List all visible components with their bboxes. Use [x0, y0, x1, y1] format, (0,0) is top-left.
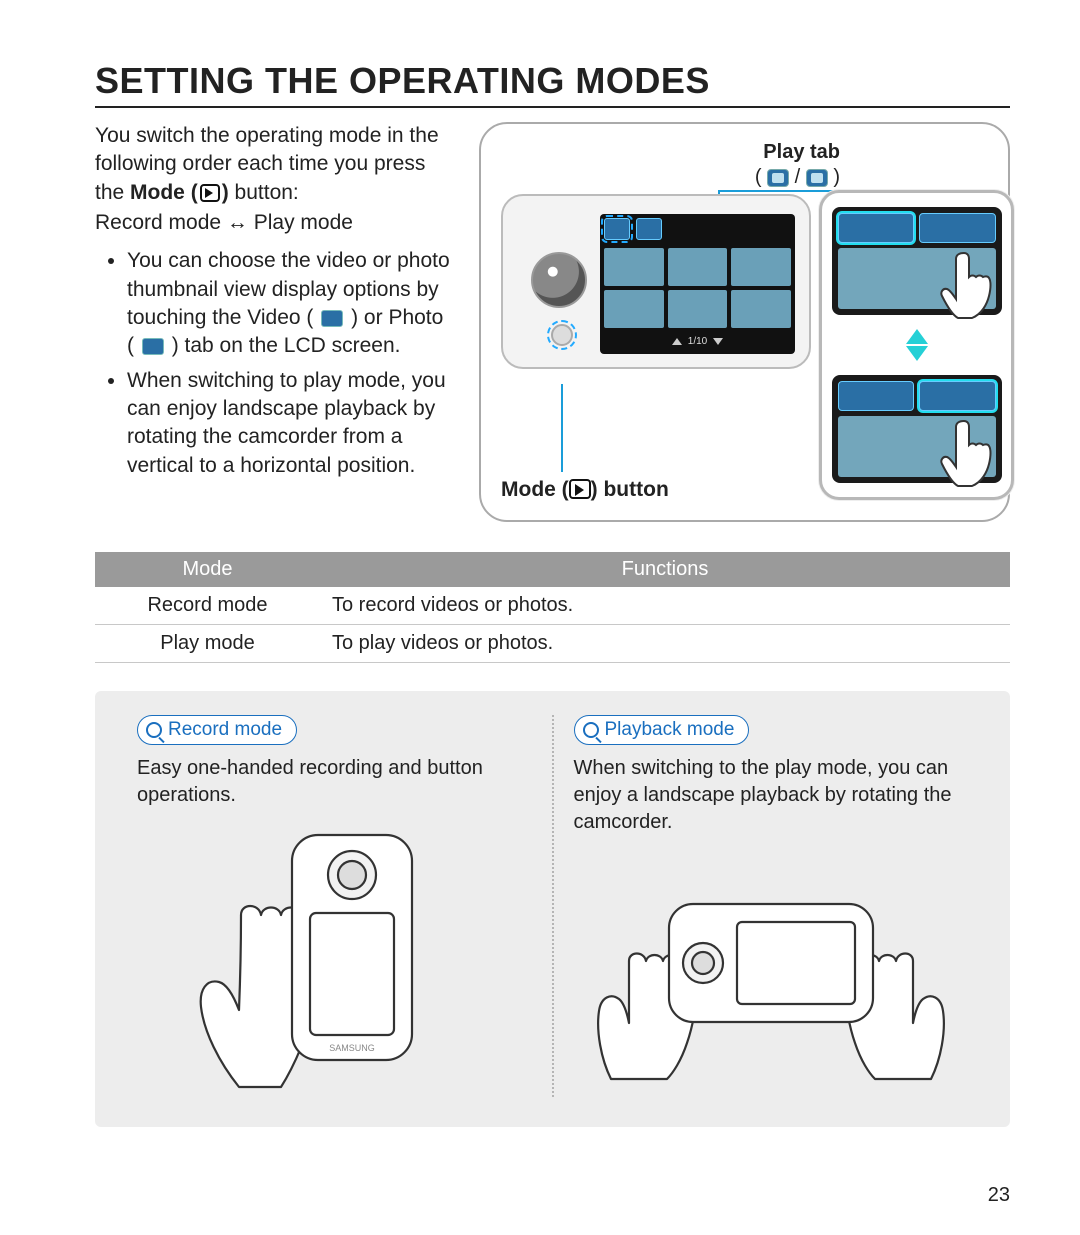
- callout-panel-photo: [832, 375, 1002, 483]
- callout-panel-video: [832, 207, 1002, 315]
- hand-pointer-icon: [936, 415, 1006, 489]
- diagram-panel: Play tab ( / ) 1/10: [479, 122, 1010, 522]
- lens-icon: [531, 252, 587, 308]
- divider: [552, 715, 554, 1097]
- photo-tab-icon: [142, 338, 164, 355]
- leader-line: [561, 384, 563, 472]
- pill-record-mode: Record mode: [137, 715, 297, 745]
- photo-tab-icon: [919, 213, 996, 243]
- modes-table: Mode Functions Record mode To record vid…: [95, 552, 1010, 663]
- intro-text: You switch the operating mode in the fol…: [95, 122, 455, 522]
- thumbnail: [668, 248, 728, 286]
- record-mode-illustration: SAMSUNG: [137, 817, 532, 1097]
- cell-func: To play videos or photos.: [320, 625, 1010, 663]
- bullet-2: When switching to play mode, you can enj…: [127, 367, 455, 480]
- thumbnail: [668, 290, 728, 328]
- brand-label: SAMSUNG: [329, 1043, 375, 1053]
- lcd-screen: 1/10: [600, 214, 795, 354]
- top-row: You switch the operating mode in the fol…: [95, 122, 1010, 522]
- table-row: Play mode To play videos or photos.: [95, 625, 1010, 663]
- chevron-up-icon: [672, 338, 682, 345]
- page-counter: 1/10: [688, 336, 707, 347]
- play-icon: [200, 184, 220, 202]
- hand-pointer-icon: [936, 247, 1006, 321]
- bottom-panel: Record mode Easy one-handed recording an…: [95, 691, 1010, 1127]
- video-tab-icon: [838, 381, 915, 411]
- photo-tab-icon: [636, 218, 662, 240]
- record-mode-col: Record mode Easy one-handed recording an…: [121, 715, 548, 1097]
- page-number: 23: [988, 1184, 1010, 1207]
- video-tab-icon: [767, 169, 789, 187]
- search-icon: [146, 722, 162, 738]
- playback-mode-col: Playback mode When switching to the play…: [558, 715, 985, 1097]
- photo-tab-icon: [919, 381, 996, 411]
- video-tab-icon: [321, 310, 343, 327]
- table-row: Record mode To record videos or photos.: [95, 587, 1010, 625]
- page-title: SETTING THE OPERATING MODES: [95, 60, 1010, 108]
- bullet-1: You can choose the video or photo thumbn…: [127, 247, 455, 360]
- play-icon: [569, 479, 591, 499]
- play-tab-label: Play tab ( / ): [499, 140, 840, 190]
- cell-mode: Play mode: [95, 625, 320, 663]
- mode-word: Mode: [130, 181, 185, 204]
- mode-button-label: Mode () button: [501, 478, 669, 502]
- record-mode-desc: Easy one-handed recording and button ope…: [137, 755, 532, 809]
- cell-mode: Record mode: [95, 587, 320, 625]
- cell-func: To record videos or photos.: [320, 587, 1010, 625]
- thumbnail: [604, 248, 664, 286]
- button-word: button:: [235, 181, 299, 204]
- toggle-line: Record mode ↔ Play mode: [95, 209, 455, 237]
- thumbnail: [731, 290, 791, 328]
- playback-mode-illustration: [574, 844, 969, 1094]
- playback-mode-desc: When switching to the play mode, you can…: [574, 755, 969, 836]
- search-icon: [583, 722, 599, 738]
- zoom-callout: [819, 190, 1014, 500]
- mode-button-marker: [551, 324, 573, 346]
- chevron-down-icon: [713, 338, 723, 345]
- video-tab-icon: [838, 213, 915, 243]
- page-counter-bar: 1/10: [604, 332, 791, 350]
- thumbnail: [731, 248, 791, 286]
- double-arrow-icon: [904, 329, 930, 362]
- camcorder-illustration: 1/10: [501, 194, 811, 369]
- col-mode: Mode: [95, 552, 320, 587]
- thumbnail: [604, 290, 664, 328]
- pill-playback-mode: Playback mode: [574, 715, 750, 745]
- photo-tab-icon: [806, 169, 828, 187]
- video-tab-icon: [604, 218, 630, 240]
- col-functions: Functions: [320, 552, 1010, 587]
